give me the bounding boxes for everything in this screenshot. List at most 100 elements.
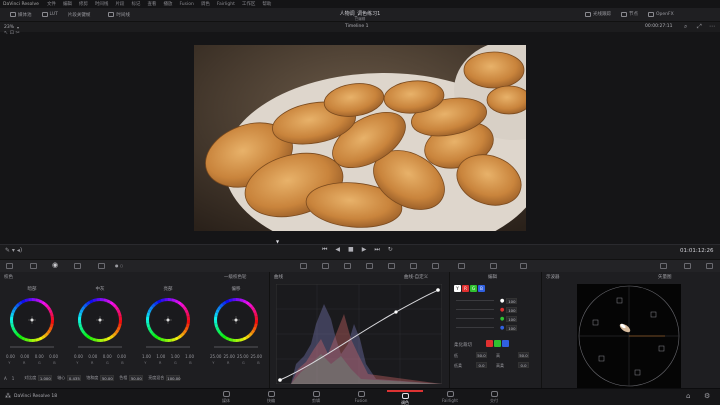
stop-icon[interactable]: ■ bbox=[348, 246, 354, 253]
master-wheel-slider[interactable] bbox=[78, 346, 122, 348]
page-tab[interactable]: 剪辑 bbox=[298, 390, 334, 405]
wheel-value[interactable]: 0.00 bbox=[88, 354, 97, 359]
fullscreen-icon[interactable]: ⤢ bbox=[697, 23, 702, 31]
lighting-button[interactable]: 光线跟踪 bbox=[585, 11, 611, 17]
wheel-puck[interactable] bbox=[234, 318, 238, 322]
menu-item[interactable]: 播放 bbox=[163, 1, 172, 7]
scope-mode-dropdown[interactable]: 矢量图 bbox=[658, 274, 672, 280]
menu-item[interactable]: 修剪 bbox=[79, 1, 88, 7]
channel-slider[interactable] bbox=[456, 309, 494, 310]
tracker-icon[interactable] bbox=[388, 263, 395, 269]
motion-effects-icon[interactable] bbox=[98, 263, 105, 269]
sizing-icon[interactable] bbox=[490, 263, 497, 269]
wheel-value[interactable]: 0.00 bbox=[117, 354, 126, 359]
channel-chip-g[interactable]: G bbox=[470, 285, 477, 292]
wheel-value[interactable]: 25.00 bbox=[251, 354, 262, 359]
menu-item[interactable]: 文件 bbox=[47, 1, 56, 7]
master-wheel-slider[interactable] bbox=[214, 346, 258, 348]
wheel-puck[interactable] bbox=[98, 318, 102, 322]
clip-keyframes-button[interactable]: 片段关键帧 bbox=[68, 12, 91, 18]
channel-value-field[interactable]: 100 bbox=[506, 324, 518, 331]
menu-item[interactable]: 时间线 bbox=[95, 1, 109, 7]
soft-clip-chip[interactable] bbox=[502, 340, 509, 347]
menu-item[interactable]: 片段 bbox=[115, 1, 124, 7]
qualifier-icon[interactable] bbox=[344, 263, 351, 269]
wheel-value[interactable]: 0.00 bbox=[74, 354, 83, 359]
loop-icon[interactable]: ↻ bbox=[388, 246, 393, 253]
chevron-down-icon[interactable]: ▾ bbox=[17, 25, 19, 30]
scope-toggle-icon[interactable] bbox=[660, 263, 667, 269]
step-back-icon[interactable]: ◀ bbox=[335, 246, 340, 253]
lut-button[interactable]: LUT bbox=[41, 12, 58, 17]
window-icon[interactable] bbox=[366, 263, 373, 269]
node-selector[interactable]: A bbox=[4, 376, 7, 381]
timeline-button[interactable]: 时间线 bbox=[108, 12, 130, 18]
color-warper-icon[interactable] bbox=[322, 263, 329, 269]
wheel-value[interactable]: 1.00 bbox=[156, 354, 165, 359]
wheel-value[interactable]: 0.00 bbox=[35, 354, 44, 359]
page-tab[interactable]: 交付 bbox=[476, 390, 512, 405]
home-icon[interactable]: ⌂ bbox=[686, 392, 690, 400]
soft-clip-value[interactable]: 50.0 bbox=[518, 352, 529, 358]
openfx-button[interactable]: OpenFX bbox=[648, 11, 674, 17]
color-match-icon[interactable] bbox=[30, 263, 37, 269]
media-pool-button[interactable]: 媒体池 bbox=[10, 12, 32, 18]
key-icon[interactable] bbox=[458, 263, 465, 269]
wheel-value[interactable]: 25.00 bbox=[237, 354, 248, 359]
wheel-value[interactable]: 1.00 bbox=[142, 354, 151, 359]
gallery-icon[interactable] bbox=[706, 263, 713, 269]
more-icon[interactable]: ⋯ bbox=[709, 23, 715, 30]
play-icon[interactable]: ▶ bbox=[362, 246, 367, 253]
rgb-mixer-icon[interactable] bbox=[74, 263, 81, 269]
channel-slider[interactable] bbox=[456, 318, 494, 319]
soft-clip-chip[interactable] bbox=[494, 340, 501, 347]
adjust-value-field[interactable]: 50.00 bbox=[129, 375, 144, 381]
wheel-value[interactable]: 25.00 bbox=[224, 354, 235, 359]
master-wheel-slider[interactable] bbox=[146, 346, 190, 348]
zoom-dropdown[interactable]: 23% bbox=[4, 25, 14, 30]
channel-chip-r[interactable]: R bbox=[462, 285, 469, 292]
playhead[interactable]: ▼ bbox=[276, 239, 279, 244]
wheel-value[interactable]: 1.00 bbox=[185, 354, 194, 359]
wheel-value[interactable]: 25.00 bbox=[210, 354, 221, 359]
menu-item[interactable]: Fairlight bbox=[217, 2, 235, 7]
wheel-value[interactable]: 0.00 bbox=[103, 354, 112, 359]
nodes-button[interactable]: 节点 bbox=[621, 11, 638, 17]
transport-tools[interactable]: ✎ ▾ ◂) bbox=[5, 247, 22, 254]
channel-chip-b[interactable]: B bbox=[478, 285, 485, 292]
menu-item[interactable]: 编辑 bbox=[63, 1, 72, 7]
wheel-value[interactable]: 0.00 bbox=[6, 354, 15, 359]
wheel-value[interactable]: 0.00 bbox=[49, 354, 58, 359]
adjust-value-field[interactable]: 0.435 bbox=[67, 375, 82, 381]
master-wheel-slider[interactable] bbox=[10, 346, 54, 348]
soft-clip-value[interactable]: 0.0 bbox=[518, 362, 529, 368]
wheel-puck[interactable] bbox=[30, 318, 34, 322]
page-tab[interactable]: Fairlight bbox=[432, 390, 468, 405]
magic-mask-icon[interactable] bbox=[410, 263, 417, 269]
channel-slider[interactable] bbox=[456, 327, 494, 328]
menu-item[interactable]: Fusion bbox=[179, 2, 193, 7]
channel-value-field[interactable]: 100 bbox=[506, 306, 518, 313]
info-icon[interactable] bbox=[684, 263, 691, 269]
viewer-tools[interactable]: ↖ ⊡ ✂ bbox=[4, 30, 20, 36]
menu-item[interactable]: 标记 bbox=[131, 1, 140, 7]
node-number[interactable]: 1 bbox=[12, 376, 15, 381]
wheel-puck[interactable] bbox=[166, 318, 170, 322]
timeline-name[interactable]: Timeline 1 bbox=[345, 24, 368, 29]
curves-mode-dropdown[interactable]: 曲线-自定义 bbox=[404, 274, 428, 280]
soft-clip-value[interactable]: 0.0 bbox=[476, 362, 487, 368]
channel-slider[interactable] bbox=[456, 300, 494, 301]
skip-start-icon[interactable]: ⏮ bbox=[322, 246, 327, 254]
channel-value-field[interactable]: 100 bbox=[506, 315, 518, 322]
color-wheels-icon[interactable]: ◉ bbox=[52, 261, 58, 269]
curves-graph[interactable] bbox=[276, 284, 442, 384]
menu-item[interactable]: 查看 bbox=[147, 1, 156, 7]
soft-clip-chip[interactable] bbox=[486, 340, 493, 347]
page-tab[interactable]: 媒体 bbox=[208, 390, 244, 405]
skip-end-icon[interactable]: ⏭ bbox=[374, 246, 379, 254]
scrubber-track[interactable] bbox=[0, 244, 720, 245]
menu-item[interactable]: 工作区 bbox=[242, 1, 256, 7]
soft-clip-value[interactable]: 50.0 bbox=[476, 352, 487, 358]
page-tab[interactable]: 快编 bbox=[253, 390, 289, 405]
page-tab[interactable]: 调色 bbox=[387, 390, 423, 405]
